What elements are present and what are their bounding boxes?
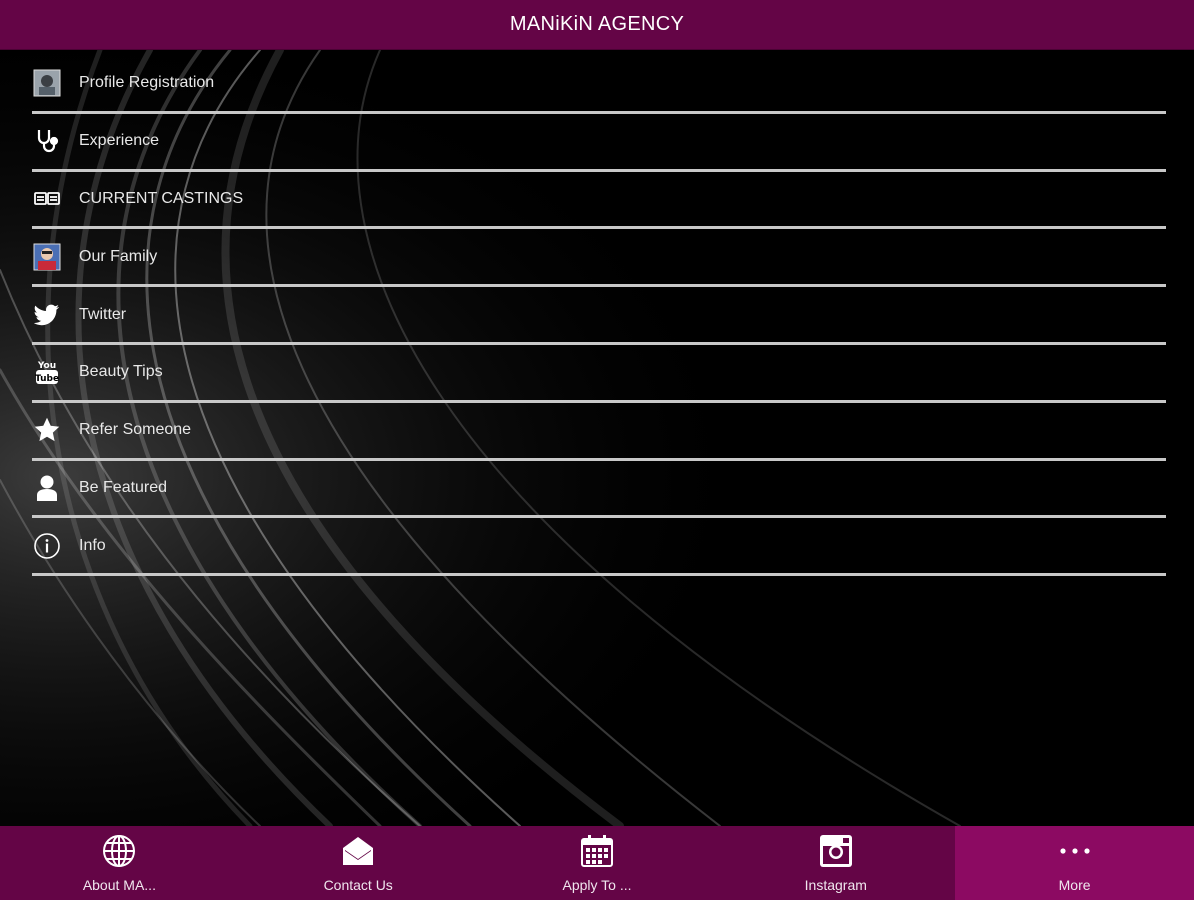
tab-label: Apply To ...	[562, 877, 632, 893]
menu-item-be-featured[interactable]: Be Featured	[32, 461, 1166, 519]
instagram-icon	[818, 833, 854, 869]
calendar-icon	[579, 833, 615, 869]
profile-photo-icon	[32, 68, 62, 98]
tab-contact-us[interactable]: Contact Us	[239, 826, 478, 900]
tab-apply[interactable]: Apply To ...	[478, 826, 717, 900]
svg-text:You: You	[37, 361, 56, 371]
tab-label: More	[1058, 877, 1091, 893]
globe-icon	[101, 833, 137, 869]
app-title: MANiKiN AGENCY	[509, 13, 685, 35]
menu-item-our-family[interactable]: Our Family	[32, 229, 1166, 288]
tab-label: Contact Us	[323, 877, 393, 893]
menu-item-twitter[interactable]: Twitter	[32, 287, 1166, 345]
tab-instagram[interactable]: Instagram	[716, 826, 955, 900]
youtube-icon: You Tube	[32, 357, 62, 387]
menu-item-label: Be Featured	[79, 478, 168, 496]
tab-label: Instagram	[804, 877, 867, 893]
family-photo-icon	[32, 242, 62, 272]
menu-item-label: Beauty Tips	[79, 363, 163, 381]
menu-item-beauty-tips[interactable]: You Tube Beauty Tips	[32, 345, 1166, 403]
menu-item-label: Refer Someone	[79, 421, 192, 439]
info-icon	[32, 531, 62, 561]
bottom-tab-bar: About MA... Contact Us Apply To ... Inst…	[0, 826, 1194, 900]
main-menu: Profile Registration Experience CURRENT …	[32, 56, 1166, 577]
app-header: MANiKiN AGENCY	[0, 0, 1194, 50]
menu-item-label: CURRENT CASTINGS	[79, 189, 244, 207]
star-icon	[32, 415, 62, 445]
twitter-bird-icon	[32, 300, 62, 330]
menu-item-profile-registration[interactable]: Profile Registration	[32, 56, 1166, 114]
more-dots-icon	[1057, 833, 1093, 869]
tab-about[interactable]: About MA...	[0, 826, 239, 900]
ticket-icon	[32, 184, 62, 214]
menu-item-label: Experience	[79, 132, 160, 150]
menu-item-label: Info	[79, 536, 106, 554]
tab-more[interactable]: More	[955, 826, 1194, 900]
menu-item-refer-someone[interactable]: Refer Someone	[32, 403, 1166, 461]
svg-text:Tube: Tube	[35, 374, 59, 384]
envelope-icon	[340, 833, 376, 869]
menu-item-label: Twitter	[79, 305, 127, 323]
stethoscope-icon	[32, 126, 62, 156]
menu-item-label: Profile Registration	[79, 74, 215, 92]
tab-label: About MA...	[82, 877, 156, 893]
person-icon	[32, 473, 62, 503]
menu-item-experience[interactable]: Experience	[32, 114, 1166, 172]
menu-item-label: Our Family	[79, 247, 158, 265]
menu-item-current-castings[interactable]: CURRENT CASTINGS	[32, 172, 1166, 230]
menu-item-info[interactable]: Info	[32, 518, 1166, 577]
